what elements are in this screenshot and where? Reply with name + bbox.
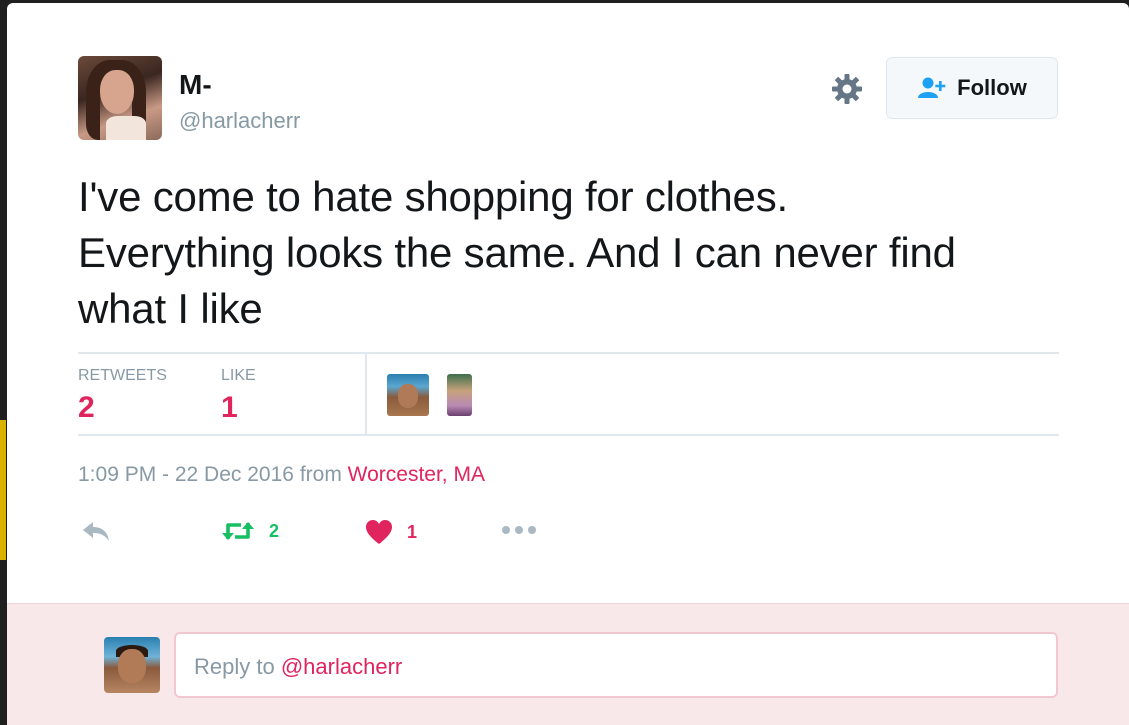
retweets-stat[interactable]: RETWEETS 2 (78, 367, 167, 425)
retweet-action[interactable]: 2 (221, 519, 279, 543)
add-user-icon (918, 77, 946, 98)
retweet-count: 2 (269, 520, 280, 541)
tweet-text: I've come to hate shopping for clothes. … (78, 169, 1078, 337)
tweet-line: I've come to hate shopping for clothes. (78, 173, 788, 220)
heart-icon (366, 520, 392, 544)
author-handle[interactable]: @harlacherr (179, 108, 300, 134)
reply-input[interactable]: Reply to @harlacherr (174, 632, 1058, 698)
liker-avatar[interactable] (387, 374, 429, 416)
from-word: from (299, 463, 342, 486)
retweet-icon (222, 522, 254, 540)
tweet-line: Everything looks the same. And I can nev… (78, 229, 956, 276)
reply-section: Reply to @harlacherr (7, 603, 1129, 725)
gear-icon[interactable] (831, 73, 863, 105)
likes-stat-value: 1 (221, 391, 238, 424)
timestamp-text[interactable]: 1:09 PM - 22 Dec 2016 (78, 463, 294, 486)
divider (78, 352, 1059, 354)
more-action[interactable] (501, 524, 537, 536)
tweet-line: what I like (78, 285, 263, 332)
reply-arrow-icon (83, 522, 109, 541)
retweets-stat-value: 2 (78, 391, 95, 424)
follow-button-label: Follow (957, 75, 1027, 100)
location-link[interactable]: Worcester, MA (348, 463, 485, 486)
current-user-avatar[interactable] (104, 637, 160, 693)
like-count: 1 (407, 521, 418, 542)
more-dots-icon (502, 526, 536, 534)
follow-button[interactable]: Follow (886, 57, 1058, 119)
divider (78, 434, 1059, 436)
like-action[interactable]: 1 (365, 519, 417, 545)
author-display-name[interactable]: M- (179, 69, 212, 101)
tweet-card: M- @harlacherr Follow I've come to hate … (7, 3, 1129, 725)
liker-avatar[interactable] (447, 374, 472, 416)
retweets-stat-label: RETWEETS (78, 367, 167, 384)
background-window-edge (0, 420, 6, 560)
reply-mention: @harlacherr (280, 654, 403, 679)
likes-stat[interactable]: LIKE 1 (221, 367, 256, 425)
reply-action[interactable] (81, 519, 111, 543)
tweet-timestamp: 1:09 PM - 22 Dec 2016 from Worcester, MA (78, 463, 485, 487)
likes-stat-label: LIKE (221, 367, 256, 384)
divider (365, 354, 367, 434)
reply-placeholder: Reply to (194, 654, 275, 679)
author-avatar[interactable] (78, 56, 162, 140)
